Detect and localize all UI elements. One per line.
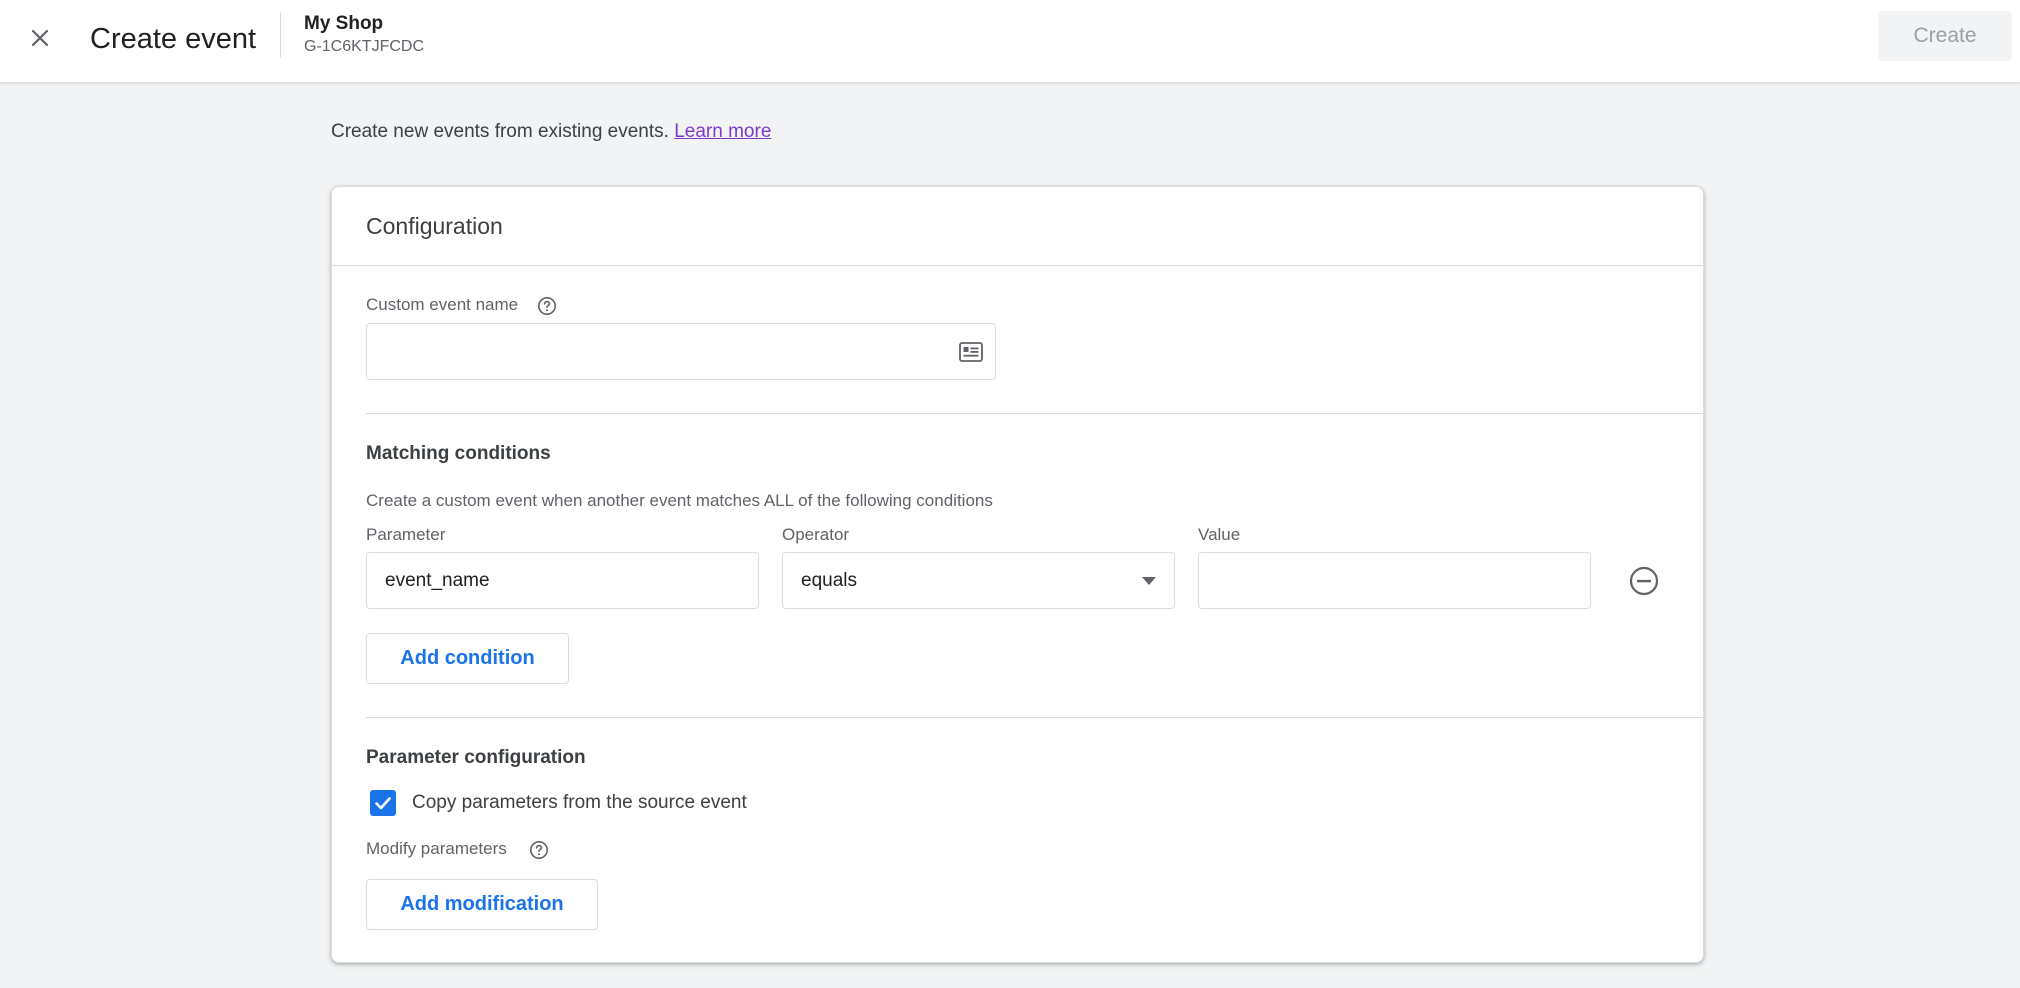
card-header-divider xyxy=(332,265,1703,266)
remove-circle-icon[interactable] xyxy=(1628,565,1660,597)
value-header: Value xyxy=(1198,525,1241,544)
condition-value-input[interactable] xyxy=(1198,552,1591,609)
add-condition-button[interactable]: Add condition xyxy=(366,633,569,684)
help-circle-icon[interactable] xyxy=(529,840,549,860)
header-divider xyxy=(280,12,281,58)
property-id: G-1C6KTJFCDC xyxy=(304,38,425,55)
page-title: Create event xyxy=(90,23,257,55)
copy-parameters-label[interactable]: Copy parameters from the source event xyxy=(412,792,747,814)
close-icon xyxy=(31,29,49,47)
intro-text: Create new events from existing events. … xyxy=(331,121,771,143)
parameter-header: Parameter xyxy=(366,525,446,544)
top-app-bar: Create event My Shop G-1C6KTJFCDC Create xyxy=(0,0,2020,83)
check-icon xyxy=(375,797,391,810)
create-button[interactable]: Create xyxy=(1878,11,2012,61)
operator-header: Operator xyxy=(782,525,850,544)
dropdown-arrow-icon xyxy=(1142,577,1156,585)
condition-parameter-value: event_name xyxy=(385,569,490,591)
id-card-icon xyxy=(959,342,983,362)
condition-parameter-input[interactable]: event_name xyxy=(366,552,759,609)
configuration-card: Configuration Custom event name Matching… xyxy=(331,186,1704,963)
learn-more-link[interactable]: Learn more xyxy=(674,121,771,142)
custom-event-name-label: Custom event name xyxy=(366,295,519,314)
matching-conditions-title: Matching conditions xyxy=(366,443,551,464)
card-title: Configuration xyxy=(366,213,503,239)
property-name: My Shop xyxy=(304,13,384,34)
modify-parameters-label: Modify parameters xyxy=(366,839,507,858)
parameter-configuration-title: Parameter configuration xyxy=(366,747,586,768)
copy-parameters-checkbox[interactable] xyxy=(370,790,396,816)
close-button[interactable] xyxy=(20,18,60,58)
intro-description: Create new events from existing events. xyxy=(331,121,669,142)
section-divider xyxy=(366,413,1703,414)
matching-conditions-description: Create a custom event when another event… xyxy=(366,491,993,510)
condition-operator-select[interactable]: equals xyxy=(782,552,1175,609)
help-circle-icon[interactable] xyxy=(537,296,557,316)
condition-operator-value: equals xyxy=(801,569,857,591)
section-divider xyxy=(366,717,1703,718)
custom-event-name-input[interactable] xyxy=(366,323,996,380)
add-modification-button[interactable]: Add modification xyxy=(366,879,598,930)
